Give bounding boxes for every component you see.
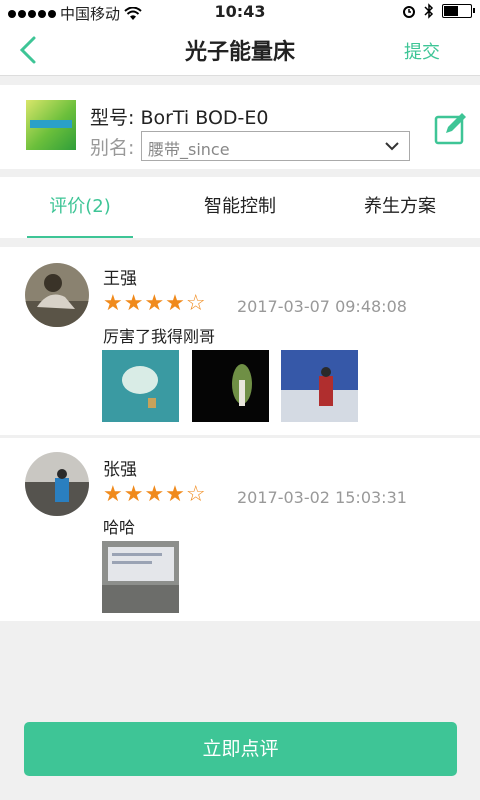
device-card: 型号: BorTi BOD-E0 别名: 腰带_since: [0, 85, 480, 169]
review-photo[interactable]: [102, 541, 179, 613]
device-model: 型号: BorTi BOD-E0: [90, 107, 269, 129]
alias-label: 别名:: [90, 137, 135, 159]
review-content: 厉害了我得刚哥: [103, 327, 216, 346]
avatar: [25, 263, 89, 327]
review-content: 哈哈: [103, 518, 136, 537]
status-bar: 中国移动 10:43: [0, 0, 480, 24]
review-date: 2017-03-07 09:48:08: [237, 297, 407, 316]
rating-stars: ★★★★☆: [103, 482, 207, 507]
review-item: 王强 ★★★★☆ 2017-03-07 09:48:08 厉害了我得刚哥: [0, 247, 480, 435]
rating-stars: ★★★★☆: [103, 291, 207, 316]
tab-health-plan[interactable]: 养生方案: [320, 177, 480, 238]
alarm-icon: [403, 6, 415, 18]
write-review-button[interactable]: 立即点评: [24, 722, 457, 776]
alias-select[interactable]: 腰带_since: [141, 131, 410, 161]
device-thumbnail: [26, 100, 76, 150]
reviewer-name: 王强: [103, 269, 137, 289]
edit-icon: [434, 113, 466, 145]
review-date: 2017-03-02 15:03:31: [237, 488, 407, 507]
alias-value: 腰带_since: [148, 140, 230, 159]
submit-button[interactable]: 提交: [404, 38, 440, 64]
nav-bar: 光子能量床 提交: [0, 24, 480, 76]
tab-indicator: [27, 236, 133, 238]
review-photo[interactable]: [102, 350, 179, 422]
review-photo[interactable]: [281, 350, 358, 422]
review-item: 张强 ★★★★☆ 2017-03-02 15:03:31 哈哈: [0, 435, 480, 621]
chevron-down-icon: [385, 142, 399, 151]
tab-smart-control[interactable]: 智能控制: [160, 177, 320, 238]
review-photo[interactable]: [192, 350, 269, 422]
review-list: 王强 ★★★★☆ 2017-03-07 09:48:08 厉害了我得刚哥 张强 …: [0, 247, 480, 621]
tab-bar: 评价(2) 智能控制 养生方案: [0, 177, 480, 238]
status-icons: [402, 3, 475, 19]
battery-icon: [442, 4, 475, 18]
tab-reviews[interactable]: 评价(2): [0, 177, 160, 238]
edit-button[interactable]: [434, 111, 468, 145]
avatar: [25, 452, 89, 516]
bluetooth-icon: [424, 3, 434, 19]
reviewer-name: 张强: [103, 460, 137, 480]
